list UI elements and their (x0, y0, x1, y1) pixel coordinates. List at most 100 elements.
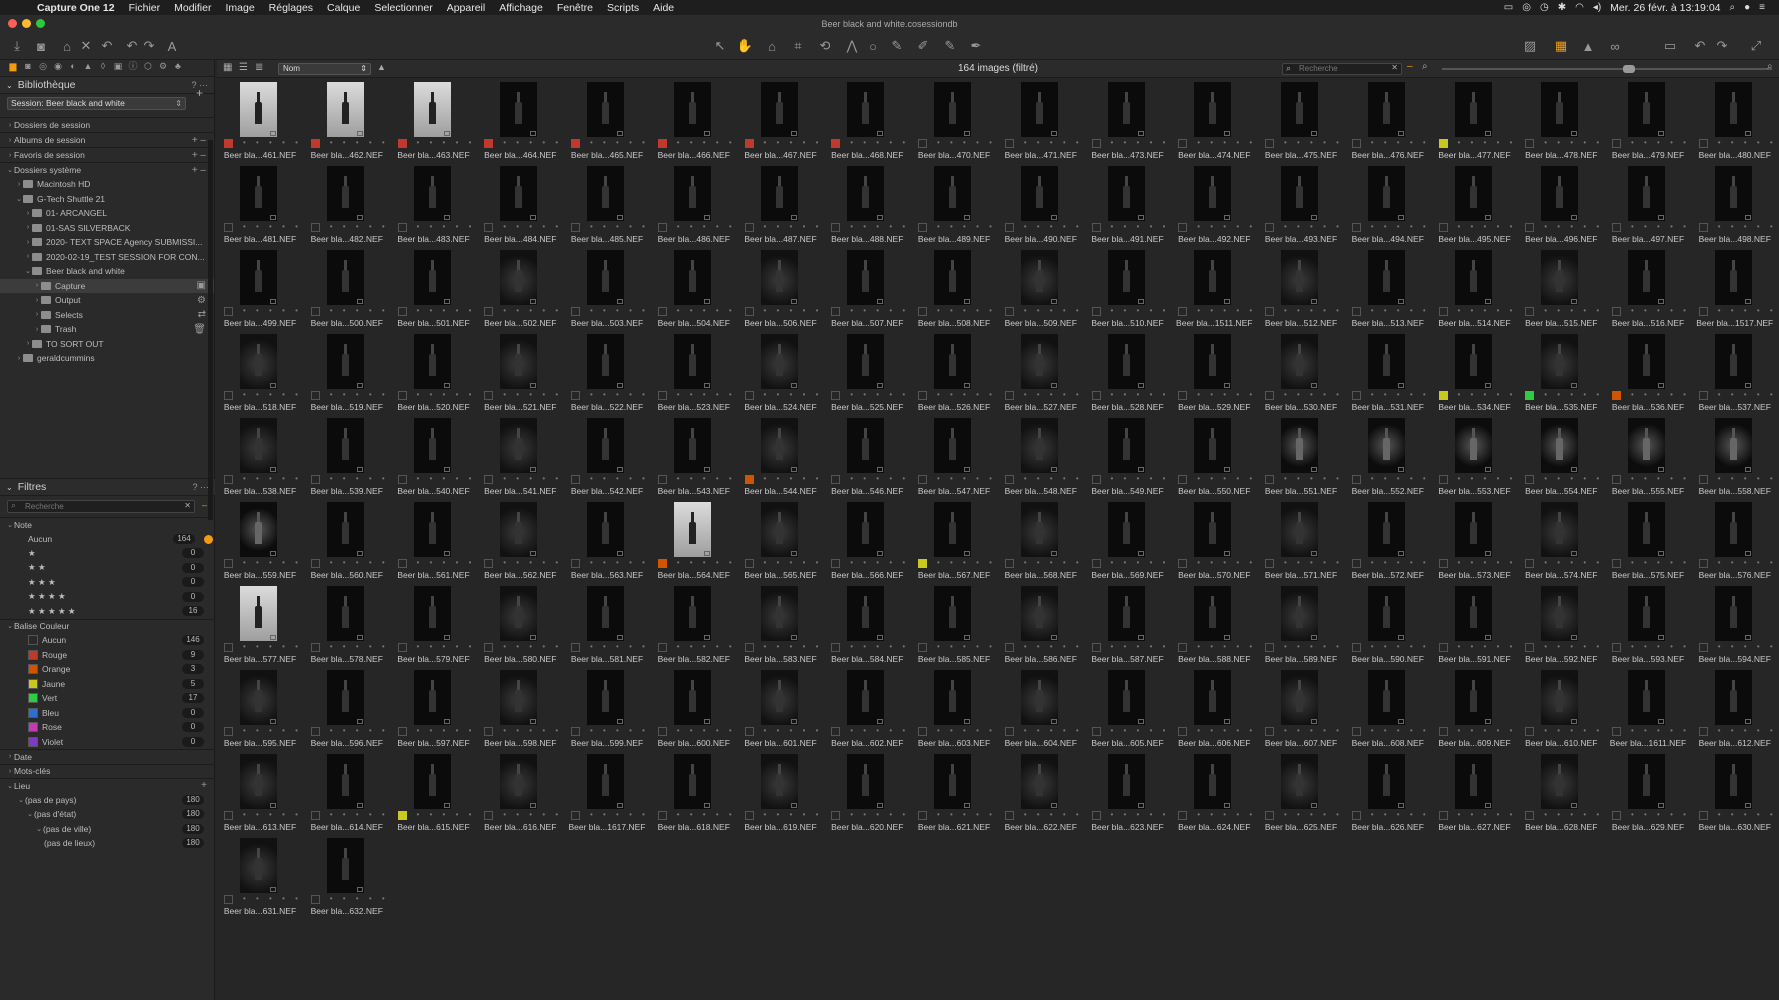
color-tag[interactable] (484, 559, 494, 568)
thumbnail-cell[interactable]: • • • • • Beer bla...625.NEF (1258, 750, 1344, 845)
library-tree-item[interactable]: ⌄ Dossiers système + – (0, 162, 214, 177)
star-rating[interactable]: • • • • • (503, 558, 562, 567)
color-tag[interactable] (744, 475, 754, 484)
star-rating[interactable]: • • • • • (764, 558, 823, 567)
star-rating[interactable]: • • • • • (1458, 138, 1517, 147)
thumbnail-image[interactable] (1367, 586, 1405, 641)
viewer-icon[interactable]: ▭ (1660, 36, 1680, 56)
star-rating[interactable]: • • • • • (850, 726, 909, 735)
thumbnail-cell[interactable]: • • • • • Beer bla...605.NEF (1085, 666, 1171, 761)
clear-icon[interactable]: ✕ (184, 500, 191, 511)
star-rating[interactable]: • • • • • (330, 222, 389, 231)
color-tag[interactable] (1091, 643, 1101, 652)
thumbnail-image[interactable] (1107, 670, 1145, 725)
text-tool-icon[interactable]: A (162, 36, 182, 56)
thumbnail-cell[interactable]: • • • • • Beer bla...578.NEF (304, 582, 390, 677)
thumbnail-cell[interactable]: • • • • • Beer bla...581.NEF (564, 582, 650, 677)
thumbnail-image[interactable] (500, 334, 538, 389)
star-rating[interactable]: • • • • • (1111, 222, 1170, 231)
star-rating[interactable]: • • • • • (1284, 390, 1343, 399)
thumbnail-cell[interactable]: • • • • • Beer bla...614.NEF (304, 750, 390, 845)
color-tag[interactable] (1698, 559, 1708, 568)
thumbnail-image[interactable] (1628, 166, 1665, 221)
color-tag[interactable] (484, 811, 494, 820)
star-rating[interactable]: • • • • • (1284, 726, 1343, 735)
star-rating[interactable]: • • • • • (1544, 222, 1603, 231)
chevron-right-icon[interactable]: › (6, 137, 14, 144)
clear-icon[interactable]: ✕ (1391, 63, 1398, 73)
star-rating[interactable]: • • • • • (850, 222, 909, 231)
thumbnail-cell[interactable]: • • • • • Beer bla...550.NEF (1171, 414, 1257, 509)
color-tag[interactable] (1265, 559, 1274, 568)
thumbnail-cell[interactable]: • • • • • Beer bla...525.NEF (824, 330, 910, 425)
color-tag[interactable] (1698, 727, 1708, 736)
color-tag[interactable] (1091, 559, 1101, 568)
star-rating[interactable]: • • • • • (1371, 222, 1430, 231)
library-tree-item[interactable]: › Albums de session + – (0, 132, 214, 147)
color-tag[interactable] (224, 559, 233, 568)
thumbnail-cell[interactable]: • • • • • Beer bla...523.NEF (651, 330, 737, 425)
rating-filter-item[interactable]: ★ ★ ★ ★ 0 (0, 590, 215, 605)
thumbnail-cell[interactable]: • • • • • Beer bla...530.NEF (1258, 330, 1344, 425)
session-select[interactable]: Session: Beer black and white ⇕ (7, 97, 186, 110)
star-rating[interactable]: • • • • • (764, 642, 823, 651)
thumbnail-cell[interactable]: • • • • • Beer bla...535.NEF (1518, 330, 1604, 425)
thumbnail-image[interactable] (500, 670, 538, 725)
thumbnail-cell[interactable]: • • • • • Beer bla...595.NEF (217, 666, 303, 761)
color-tag[interactable] (397, 643, 407, 652)
chevron-right-icon[interactable]: › (24, 210, 32, 217)
color-tag[interactable] (1178, 559, 1188, 568)
thumbnail-cell[interactable]: • • • • • Beer bla...629.NEF (1605, 750, 1691, 845)
thumbnail-cell[interactable]: • • • • • Beer bla...474.NEF (1171, 78, 1257, 173)
thumbnail-cell[interactable]: • • • • • Beer bla...604.NEF (998, 666, 1084, 761)
color-tag[interactable] (484, 475, 494, 484)
thumbnail-image[interactable] (1107, 502, 1145, 557)
thumbnail-cell[interactable]: • • • • • Beer bla...488.NEF (824, 162, 910, 257)
thumbnail-cell[interactable]: • • • • • Beer bla...607.NEF (1258, 666, 1344, 761)
color-tag[interactable] (1698, 307, 1708, 316)
star-rating[interactable]: • • • • • (677, 810, 736, 819)
thumbnail-cell[interactable]: • • • • • Beer bla...462.NEF (304, 78, 390, 173)
thumbnail-cell[interactable]: • • • • • Beer bla...480.NEF (1692, 78, 1778, 173)
menu-image[interactable]: Image (218, 2, 261, 14)
color-tag[interactable] (224, 391, 233, 400)
star-rating[interactable]: • • • • • (590, 138, 649, 147)
color-tag[interactable] (1438, 139, 1448, 148)
details-tab-icon[interactable]: ▲ (82, 61, 94, 72)
delete-icon[interactable]: ✕ (76, 36, 96, 56)
color-tag[interactable] (1525, 223, 1535, 232)
star-rating[interactable]: • • • • • (1284, 474, 1343, 483)
exposure-warning-icon[interactable]: ▨ (1520, 36, 1540, 56)
thumbnail-image[interactable] (326, 838, 364, 893)
color-tag[interactable] (1178, 727, 1188, 736)
thumbnail-cell[interactable]: • • • • • Beer bla...470.NEF (911, 78, 997, 173)
thumbnail-cell[interactable]: • • • • • Beer bla...466.NEF (651, 78, 737, 173)
menu-appareil[interactable]: Appareil (440, 2, 493, 14)
thumbnail-image[interactable] (760, 82, 798, 137)
star-rating[interactable]: • • • • • (764, 726, 823, 735)
thumbnail-cell[interactable]: • • • • • Beer bla...591.NEF (1432, 582, 1518, 677)
thumbnail-image[interactable] (673, 502, 711, 557)
star-rating[interactable]: • • • • • (1197, 558, 1256, 567)
color-tag[interactable] (1612, 307, 1621, 316)
star-rating[interactable]: • • • • • (1284, 222, 1343, 231)
color-tag[interactable] (1698, 223, 1708, 232)
thumbnail-image[interactable] (1541, 334, 1579, 389)
star-rating[interactable]: • • • • • (1544, 138, 1603, 147)
library-tree-item[interactable]: › Selects ⇄ (0, 308, 214, 323)
thumbnail-cell[interactable]: • • • • • Beer bla...461.NEF (217, 78, 303, 173)
star-rating[interactable]: • • • • • (330, 726, 389, 735)
pan-tool-icon[interactable]: ✋ (735, 36, 755, 56)
thumbnail-cell[interactable]: • • • • • Beer bla...467.NEF (738, 78, 824, 173)
thumbnail-image[interactable] (760, 166, 798, 221)
star-rating[interactable]: • • • • • (1197, 642, 1256, 651)
star-rating[interactable]: • • • • • (1111, 306, 1170, 315)
thumbnail-image[interactable] (587, 250, 624, 305)
thumbnail-cell[interactable]: • • • • • Beer bla...518.NEF (217, 330, 303, 425)
filters-header[interactable]: ⌄ Filtres ? ··· (0, 478, 215, 496)
color-tag[interactable] (1525, 139, 1535, 148)
thumbnail-cell[interactable]: • • • • • Beer bla...582.NEF (651, 582, 737, 677)
thumbnail-cell[interactable]: • • • • • Beer bla...481.NEF (217, 162, 303, 257)
thumbnail-image[interactable] (587, 502, 624, 557)
color-tag[interactable] (1525, 475, 1535, 484)
